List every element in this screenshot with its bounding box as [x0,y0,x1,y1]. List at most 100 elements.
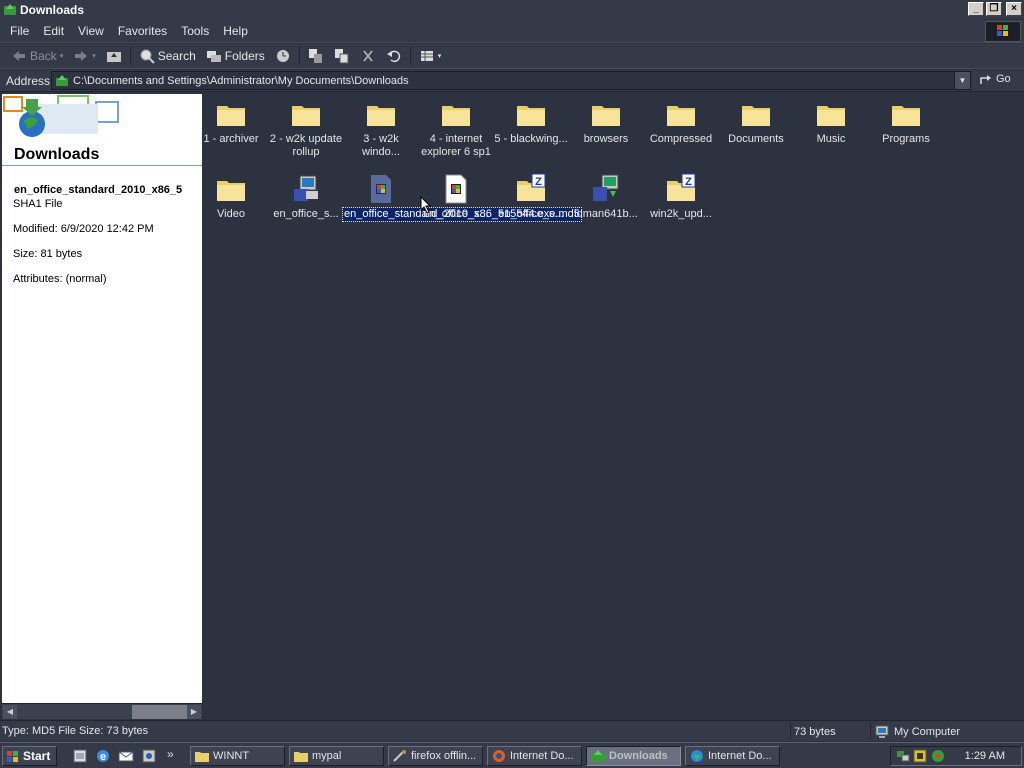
show-desktop-icon[interactable] [72,748,88,764]
file-item-music[interactable]: Music [793,98,869,146]
start-button[interactable]: Start [2,746,57,766]
svg-text:Z: Z [535,176,542,188]
undo-button[interactable] [381,46,407,66]
restore-button[interactable]: ❐ [986,2,1002,16]
file-item-ie6-sp1[interactable]: 4 - internet explorer 6 sp1 [418,98,494,159]
copy-to-button[interactable] [329,46,355,66]
firefox-icon [493,750,505,762]
svg-text:Z: Z [685,176,692,188]
title-bar[interactable]: Downloads _ ❐ × [0,0,1024,19]
scroll-right-icon[interactable]: ▶ [187,705,201,719]
folder-icon [442,106,470,126]
toolbar-separator [129,47,131,65]
address-field[interactable]: C:\Documents and Settings\Administrator\… [51,71,971,90]
scroll-left-icon[interactable]: ◀ [3,705,17,719]
folder-icon [294,752,308,762]
delete-icon [363,50,373,62]
outlook-express-icon[interactable] [118,748,134,764]
sha1-file-icon [445,174,467,204]
status-zone-cell: My Computer [870,723,1024,740]
clock: 1:29 AM [964,750,1005,762]
setup-icon [593,174,619,201]
move-to-button[interactable] [303,46,329,66]
status-bar: Type: MD5 File Size: 73 bytes 73 bytes M… [0,720,1024,741]
selected-file-type: SHA1 File [13,198,63,210]
file-item-idman-setup[interactable]: idman641b... [568,173,644,221]
scroll-thumb[interactable] [132,705,188,719]
quicklaunch-more-icon[interactable]: » [167,747,174,761]
folder-icon [817,106,845,126]
toolbar-separator [298,47,300,65]
selected-file-modified: Modified: 6/9/2020 12:42 PM [13,223,154,235]
downloads-folder-icon [4,3,16,15]
folder-icon [517,106,545,126]
file-item-browsers[interactable]: browsers [568,98,644,146]
internet-explorer-icon[interactable]: e [95,748,111,764]
menu-favorites[interactable]: Favorites [111,24,174,38]
views-icon [420,51,433,61]
close-button[interactable]: × [1006,2,1022,16]
file-item-archiver[interactable]: 1 - archiver [193,98,269,146]
downloads-folder-icon [56,74,68,86]
windows-media-icon[interactable] [141,748,157,764]
download-manager-tray-icon[interactable] [931,749,945,763]
delete-button[interactable] [355,46,381,66]
file-item-office-md5[interactable]: en_office_standard_2010_x86_515544.exe.m… [342,173,582,222]
folders-button[interactable]: Folders [201,46,270,66]
my-computer-icon [875,725,889,738]
go-label: Go [996,73,1011,85]
task-downloads[interactable]: Downloads [586,746,681,766]
task-mypal[interactable]: mypal [289,746,384,766]
up-folder-button[interactable] [101,46,127,66]
task-firefox-offline[interactable]: firefox offlin... [388,746,483,766]
back-label: Back [30,49,57,63]
menu-edit[interactable]: Edit [36,24,71,38]
address-dropdown-icon[interactable]: ▼ [954,72,970,89]
menu-file[interactable]: File [3,24,36,38]
file-item-compressed[interactable]: Compressed [643,98,719,146]
status-zone: My Computer [894,725,961,738]
details-pane-scrollbar[interactable]: ◀ ▶ [2,703,202,719]
address-label: Address [6,73,51,88]
menu-help[interactable]: Help [216,24,255,38]
file-item-w2k-windo[interactable]: 3 - w2k windo... [343,98,419,159]
go-button[interactable]: Go [978,72,1011,86]
minimize-button[interactable]: _ [968,2,984,16]
forward-button[interactable]: ▾ [68,46,101,66]
history-button[interactable] [270,46,296,66]
selected-file-size: Size: 81 bytes [13,248,83,260]
task-winnt[interactable]: WINNT [190,746,285,766]
file-item-blackwing[interactable]: 5 - blackwing... [493,98,569,146]
search-button[interactable]: Search [134,46,201,66]
svg-text:e: e [100,751,106,763]
back-button[interactable]: Back ▾ [6,46,68,66]
folders-icon [206,51,221,62]
menu-tools[interactable]: Tools [174,24,216,38]
toolbar-separator [409,47,411,65]
taskbar: Start e » WINNT mypal firefox offlin... … [0,742,1024,768]
file-item-win2k-update[interactable]: Z win2k_upd... [643,173,719,221]
search-icon [140,49,155,64]
details-pane: Downloads en_office_standard_2010_x86_5 … [2,94,202,703]
folder-icon [367,106,395,126]
address-path: C:\Documents and Settings\Administrator\… [73,74,409,87]
folder-icon [195,752,209,762]
folder-icon [742,106,770,126]
file-item-office-installer[interactable]: en_office_s... [268,173,344,221]
folder-icon [667,106,695,126]
file-item-programs[interactable]: Programs [868,98,944,146]
file-item-office-zip[interactable]: Z en_office_s... [493,173,569,221]
windows-flag-icon [7,750,18,762]
task-internet-download-2[interactable]: Internet Do... [685,746,780,766]
task-internet-download-1[interactable]: Internet Do... [487,746,582,766]
history-icon [276,50,289,62]
display-settings-icon[interactable] [913,749,927,763]
file-item-w2k-rollup[interactable]: 2 - w2k update rollup [268,98,344,159]
network-icon[interactable] [895,749,911,763]
file-item-documents[interactable]: Documents [718,98,794,146]
file-item-video[interactable]: Video [193,173,269,221]
menu-view[interactable]: View [71,24,111,38]
address-bar: Address C:\Documents and Settings\Admini… [0,70,1024,92]
views-button[interactable]: ▾ [414,46,447,66]
forward-arrow-icon [75,51,88,61]
